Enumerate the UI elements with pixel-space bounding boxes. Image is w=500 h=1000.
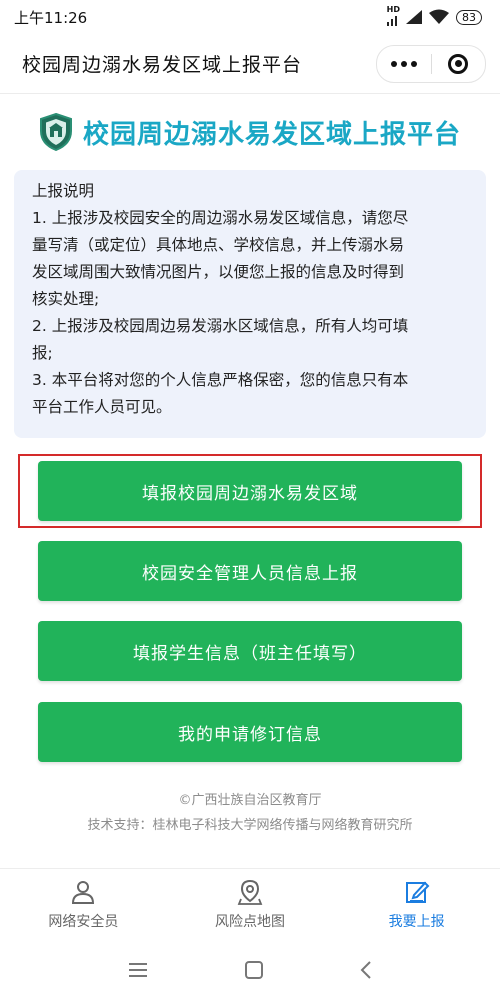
status-bar: 上午11:26 HD 83 xyxy=(0,0,500,34)
battery-icon: 83 xyxy=(456,9,482,25)
instructions-line: 3. 本平台将对您的个人信息严格保密，您的信息只有本 xyxy=(32,371,409,389)
instructions-line: 核实处理; xyxy=(32,290,100,308)
tab-risk-map[interactable]: 风险点地图 xyxy=(167,869,334,941)
capsule-menu xyxy=(376,44,486,83)
map-pin-icon xyxy=(237,879,263,905)
tab-network-safety-officer[interactable]: 网络安全员 xyxy=(0,869,167,941)
tab-label: 网络安全员 xyxy=(48,914,119,930)
brand-header: 校园周边溺水易发区域上报平台 xyxy=(0,108,500,156)
instructions-line: 平台工作人员可见。 xyxy=(32,398,172,416)
report-drowning-area-button[interactable]: 填报校园周边溺水易发区域 xyxy=(38,461,462,521)
student-info-button[interactable]: 填报学生信息（班主任填写） xyxy=(38,621,462,681)
bottom-tab-bar: 网络安全员 风险点地图 我要上报 xyxy=(0,868,500,941)
safety-manager-report-button[interactable]: 校园安全管理人员信息上报 xyxy=(38,541,462,601)
tech-support-text: 技术支持：桂林电子科技大学网络传播与网络教育研究所 xyxy=(87,818,413,833)
instructions-line: 报; xyxy=(32,344,53,362)
my-revision-info-button[interactable]: 我的申请修订信息 xyxy=(38,702,462,762)
back-chevron-icon[interactable] xyxy=(359,960,373,980)
instructions-line: 1. 上报涉及校园安全的周边溺水易发区域信息，请您尽 xyxy=(32,209,409,227)
more-dots-icon xyxy=(390,60,417,67)
edit-icon xyxy=(405,881,430,903)
report-instructions: 上报说明 1. 上报涉及校园安全的周边溺水易发区域信息，请您尽 量写清（或定位）… xyxy=(14,170,486,438)
tab-label: 风险点地图 xyxy=(215,914,285,930)
mini-program-title-bar: 校园周边溺水易发区域上报平台 xyxy=(0,34,500,94)
hd-network-icon: HD xyxy=(386,6,400,28)
page-title: 校园周边溺水易发区域上报平台 xyxy=(22,54,303,76)
system-navigation-bar xyxy=(0,940,500,1000)
instructions-line: 量写清（或定位）具体地点、学校信息，并上传溺水易 xyxy=(32,236,405,254)
instructions-line: 2. 上报涉及校园周边易发溺水区域信息，所有人均可填 xyxy=(32,317,409,335)
instructions-line: 发区域周围大致情况图片，以便您上报的信息及时得到 xyxy=(32,263,405,281)
tab-report[interactable]: 我要上报 xyxy=(333,869,500,941)
status-icons: HD 83 xyxy=(386,6,482,28)
more-button[interactable] xyxy=(377,46,431,82)
tab-label: 我要上报 xyxy=(388,914,445,930)
close-mini-program-button[interactable] xyxy=(432,46,486,82)
target-circle-icon xyxy=(448,53,469,74)
person-icon xyxy=(72,881,95,904)
brand-title: 校园周边溺水易发区域上报平台 xyxy=(82,119,461,150)
menu-icon[interactable] xyxy=(127,961,149,979)
wifi-icon xyxy=(429,9,449,24)
instructions-heading: 上报说明 xyxy=(32,182,95,200)
home-square-icon[interactable] xyxy=(244,960,264,980)
copyright-text: ©广西壮族自治区教育厅 xyxy=(178,793,322,808)
shield-logo-icon xyxy=(39,113,72,151)
status-time: 上午11:26 xyxy=(14,8,88,27)
signal-icon xyxy=(406,10,422,24)
